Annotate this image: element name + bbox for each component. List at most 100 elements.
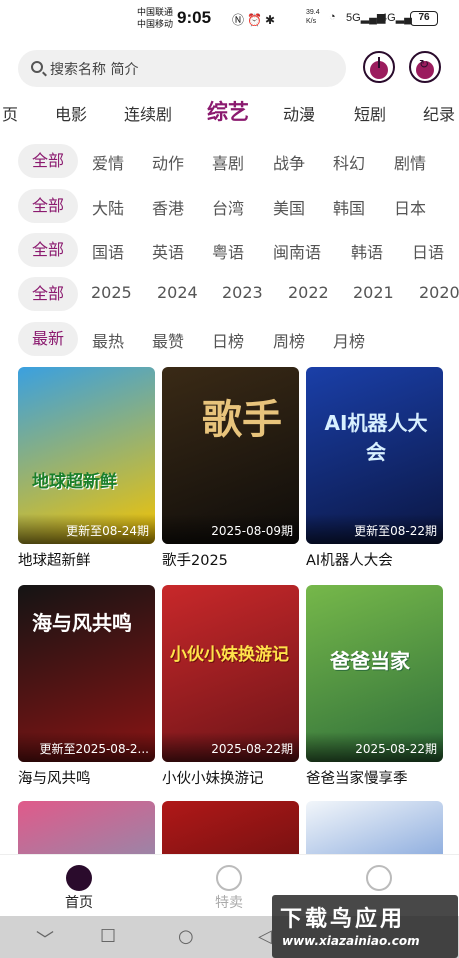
update-badge: 更新至08-24期 xyxy=(66,524,149,538)
poster-title: 地球超新鲜 xyxy=(32,472,117,492)
show-card[interactable]: 地球超新鲜 更新至08-24期 地球超新鲜 xyxy=(18,367,155,569)
update-badge: 更新至08-22期 xyxy=(354,524,437,538)
nfc-icon: Ⓝ xyxy=(232,13,248,27)
filter-year-item[interactable]: 2023 xyxy=(222,283,263,302)
history-button[interactable] xyxy=(363,51,395,83)
filter-year-item[interactable]: 2025 xyxy=(91,283,132,302)
app-screen: 中国联通 中国移动 9:05 Ⓝ⏰✱ 39.4 K/s ◔ 5G▂▄▆ 4G▂▄… xyxy=(0,0,459,958)
card-poster: 歌手 2025-08-09期 xyxy=(162,367,299,544)
card-title: 海与风共鸣 xyxy=(18,771,91,787)
tab-short-drama[interactable]: 短剧 xyxy=(354,101,386,125)
filter-language-item[interactable]: 国语 xyxy=(92,239,124,263)
filter-language-all: 全部 xyxy=(31,240,64,259)
show-card[interactable]: 小伙小妹换游记 2025-08-22期 小伙小妹换游记 xyxy=(162,585,299,787)
home-icon xyxy=(66,865,92,891)
filter-region-item[interactable]: 美国 xyxy=(273,195,305,219)
carrier-1: 中国联通 xyxy=(137,7,174,17)
card-title: 地球超新鲜 xyxy=(18,553,91,569)
filter-year-item[interactable]: 2021 xyxy=(353,283,394,302)
filter-sort-item[interactable]: 最赞 xyxy=(152,328,184,352)
show-card[interactable]: AI机器人大会 更新至08-22期 AI机器人大会 xyxy=(306,367,443,569)
status-icons: Ⓝ⏰✱ xyxy=(232,11,278,28)
history-tick-icon xyxy=(378,57,380,68)
back-icon[interactable]: ◁ xyxy=(258,926,272,947)
clock: 9:05 xyxy=(177,8,212,27)
filter-genre-item[interactable]: 动作 xyxy=(152,150,184,174)
filter-genre-item[interactable]: 战争 xyxy=(273,150,305,174)
sale-icon xyxy=(216,865,242,891)
filter-genre: 全部 爱情 动作 喜剧 战争 科幻 剧情 xyxy=(0,144,459,180)
net-speed-unit: K/s xyxy=(306,18,317,25)
home-button-icon[interactable]: ○ xyxy=(178,926,194,947)
tab-partial-left[interactable]: 页 xyxy=(2,101,18,125)
card-title: 歌手2025 xyxy=(162,553,228,569)
search-bar[interactable]: 搜索名称 简介 xyxy=(18,50,346,87)
bluetooth-icon: ✱ xyxy=(264,13,279,27)
filter-genre-item[interactable]: 剧情 xyxy=(394,150,426,174)
filter-region-selected[interactable]: 全部 xyxy=(18,189,78,223)
poster-title: 海与风共鸣 xyxy=(32,611,132,635)
profile-icon xyxy=(366,865,392,891)
tab-movie[interactable]: 电影 xyxy=(55,101,87,125)
watermark-url: www.xiazainiao.com xyxy=(282,934,420,948)
filter-language-item[interactable]: 闽南语 xyxy=(273,239,321,263)
tab-documentary[interactable]: 纪录 xyxy=(423,101,455,125)
update-badge: 2025-08-22期 xyxy=(211,742,293,756)
signal-4g-label: 4G xyxy=(381,12,396,24)
filter-language-item[interactable]: 日语 xyxy=(412,239,444,263)
filter-language-selected[interactable]: 全部 xyxy=(18,233,78,267)
filter-genre-item[interactable]: 科幻 xyxy=(333,150,365,174)
card-poster: 海与风共鸣 更新至2025-08-2... xyxy=(18,585,155,762)
filter-sort-item[interactable]: 最热 xyxy=(92,328,124,352)
filter-year-item[interactable]: 2022 xyxy=(288,283,329,302)
tab-anime[interactable]: 动漫 xyxy=(283,101,315,125)
filter-sort-item[interactable]: 日榜 xyxy=(212,328,244,352)
filter-region-item[interactable]: 香港 xyxy=(152,195,184,219)
filter-sort-item[interactable]: 月榜 xyxy=(333,328,365,352)
filter-region: 全部 大陆 香港 台湾 美国 韩国 日本 xyxy=(0,189,459,225)
filter-year-selected[interactable]: 全部 xyxy=(18,277,78,311)
filter-language-item[interactable]: 韩语 xyxy=(351,239,383,263)
filter-sort: 最新 最热 最赞 日榜 周榜 月榜 xyxy=(0,322,459,358)
channel-tabs: 页 电影 连续剧 综艺 动漫 短剧 纪录 xyxy=(0,96,459,130)
show-card[interactable]: 海与风共鸣 更新至2025-08-2... 海与风共鸣 xyxy=(18,585,155,787)
nav-home[interactable]: 首页 xyxy=(34,855,124,915)
refresh-arrow-icon: ↻ xyxy=(419,57,430,71)
card-title: 爸爸当家慢享季 xyxy=(306,771,408,787)
show-card[interactable]: 爸爸当家 2025-08-22期 爸爸当家慢享季 xyxy=(306,585,443,787)
search-placeholder: 搜索名称 简介 xyxy=(50,62,139,78)
filter-region-item[interactable]: 日本 xyxy=(394,195,426,219)
card-poster: 爸爸当家 2025-08-22期 xyxy=(306,585,443,762)
poster-title: 爸爸当家 xyxy=(330,649,410,673)
filter-sort-latest: 最新 xyxy=(31,329,64,348)
filter-sort-item[interactable]: 周榜 xyxy=(273,328,305,352)
tab-variety[interactable]: 综艺 xyxy=(207,96,249,126)
nav-sale-label: 特卖 xyxy=(215,895,243,911)
filter-genre-item[interactable]: 爱情 xyxy=(92,150,124,174)
tab-series[interactable]: 连续剧 xyxy=(124,101,172,125)
filter-year-item[interactable]: 2020 xyxy=(419,283,459,302)
wifi-icon: ◔ xyxy=(329,11,336,23)
filter-language-item[interactable]: 粤语 xyxy=(212,239,244,263)
carrier-labels: 中国联通 中国移动 xyxy=(137,6,173,30)
nav-home-label: 首页 xyxy=(65,895,93,911)
recents-icon[interactable]: ☐ xyxy=(100,926,116,947)
filter-region-item[interactable]: 大陆 xyxy=(92,195,124,219)
watermark: 下载鸟应用 www.xiazainiao.com xyxy=(272,895,458,958)
filter-year: 全部 2025 2024 2023 2022 2021 2020 xyxy=(0,277,459,313)
hide-nav-icon[interactable]: ﹀ xyxy=(36,926,54,952)
filter-sort-selected[interactable]: 最新 xyxy=(18,322,78,356)
update-badge: 2025-08-09期 xyxy=(211,524,293,538)
card-title: 小伙小妹换游记 xyxy=(162,771,264,787)
filter-genre-item[interactable]: 喜剧 xyxy=(212,150,244,174)
filter-language-item[interactable]: 英语 xyxy=(152,239,184,263)
refresh-button[interactable]: ↻ xyxy=(409,51,441,83)
poster-title: AI机器人大会 xyxy=(324,411,428,464)
nav-sale[interactable]: 特卖 xyxy=(184,855,274,915)
search-icon xyxy=(31,61,43,73)
filter-year-item[interactable]: 2024 xyxy=(157,283,198,302)
show-card[interactable]: 歌手 2025-08-09期 歌手2025 xyxy=(162,367,299,569)
filter-region-item[interactable]: 韩国 xyxy=(333,195,365,219)
filter-genre-selected[interactable]: 全部 xyxy=(18,144,78,178)
filter-region-item[interactable]: 台湾 xyxy=(212,195,244,219)
